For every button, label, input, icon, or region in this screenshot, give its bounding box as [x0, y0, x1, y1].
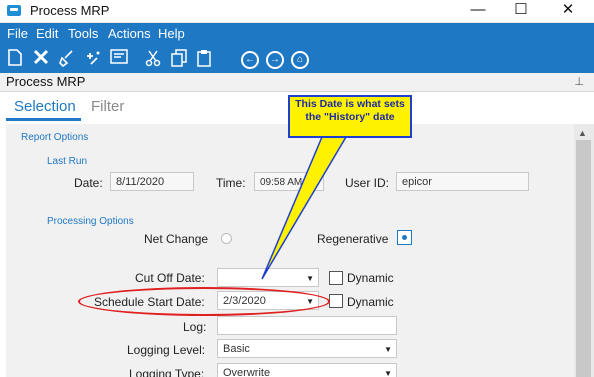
process-mrp-window: Process MRP — ☐ ✕ File Edit Tools Action… [0, 0, 594, 377]
callout-note: This Date is what sets the "History" dat… [288, 95, 412, 138]
callout-pointer [261, 136, 348, 280]
highlight-ellipse [78, 287, 330, 316]
